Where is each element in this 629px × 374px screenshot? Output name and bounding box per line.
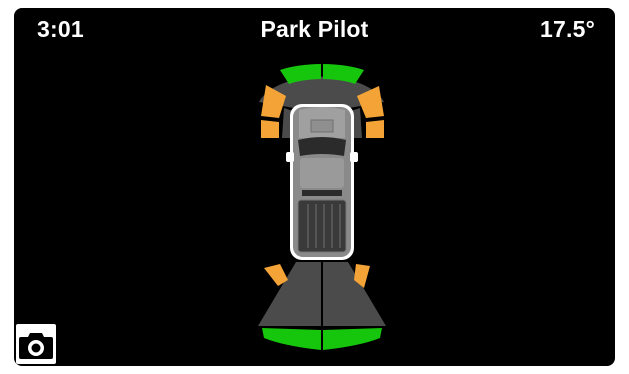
- rear-center-left-zone: [262, 328, 321, 350]
- rear-center-right-zone: [323, 328, 382, 350]
- parking-sensor-display: [258, 64, 386, 350]
- camera-icon: [19, 333, 53, 359]
- park-pilot-screen: 3:01 Park Pilot 17.5°: [14, 8, 615, 366]
- front-outer-left-zone-2: [261, 120, 279, 138]
- front-outer-right-zone-2: [366, 120, 384, 138]
- vehicle-icon: [286, 104, 358, 260]
- camera-button[interactable]: [16, 324, 56, 364]
